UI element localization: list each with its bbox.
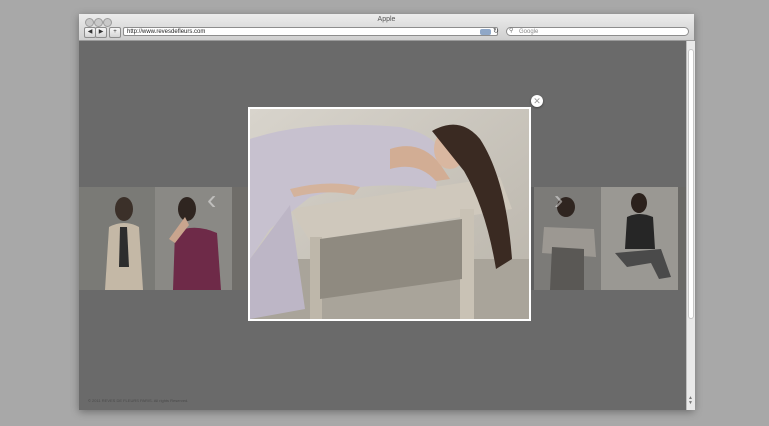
footer-copyright: © 2011 REVES DE FLEURS PARIS. All rights… xyxy=(88,398,189,403)
gallery-thumb-3[interactable] xyxy=(232,187,248,290)
lightbox-modal xyxy=(248,107,531,321)
gallery-thumb-4[interactable] xyxy=(534,187,601,290)
scroll-arrows-icon[interactable]: ▲ ▼ xyxy=(688,396,693,406)
gallery-thumb-6[interactable] xyxy=(678,187,686,290)
gallery-photo-5 xyxy=(601,187,678,290)
gallery-next-button[interactable]: › xyxy=(554,186,563,214)
title-bar: Apple ◀ ▶ + http://www.revesdefleurs.com… xyxy=(79,14,694,41)
forward-button[interactable]: ▶ xyxy=(95,27,107,38)
rss-icon[interactable] xyxy=(480,29,491,35)
gallery-thumb-5[interactable] xyxy=(601,187,678,290)
search-icon: ⚲ xyxy=(509,28,514,34)
window-title: Apple xyxy=(377,16,396,23)
close-lightbox-button[interactable]: ✕ xyxy=(531,95,543,107)
gallery-thumb-2[interactable] xyxy=(155,187,232,290)
gallery-thumb-1[interactable] xyxy=(79,187,155,290)
gallery-prev-button[interactable]: ‹ xyxy=(207,186,216,214)
search-field[interactable]: Google xyxy=(506,27,689,36)
gallery-photo-4 xyxy=(534,187,601,290)
lightbox-photo xyxy=(250,109,529,319)
scrollbar-thumb[interactable] xyxy=(688,49,694,319)
add-bookmark-button[interactable]: + xyxy=(109,27,121,38)
reload-icon[interactable]: ↻ xyxy=(493,27,499,36)
vertical-scrollbar[interactable]: ▲ ▼ xyxy=(686,41,695,410)
gallery-photo-3 xyxy=(232,187,248,290)
gallery-photo-2 xyxy=(155,187,232,290)
gallery-photo-1 xyxy=(79,187,155,290)
gallery-photo-6 xyxy=(678,187,686,290)
address-bar[interactable]: http://www.revesdefleurs.com xyxy=(123,27,498,36)
